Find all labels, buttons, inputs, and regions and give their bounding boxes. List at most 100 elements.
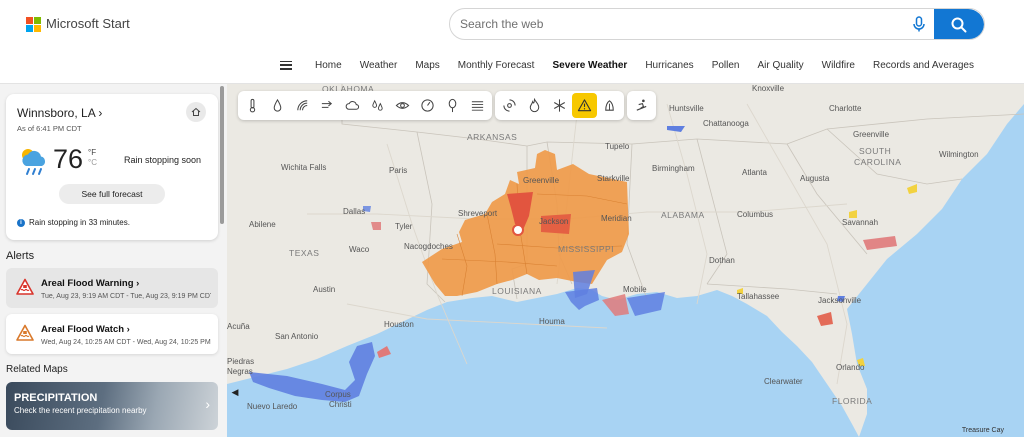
logo-text: Microsoft Start xyxy=(46,16,130,31)
alert-time: Wed, Aug 24, 10:25 AM CDT - Wed, Aug 24,… xyxy=(41,339,211,346)
layer-wind[interactable] xyxy=(315,93,340,118)
microsoft-logo-icon xyxy=(26,16,41,32)
current-weather-card: Winnsboro, LA › As of 6:41 PM CDT 76 °F … xyxy=(6,94,218,240)
cloud-icon xyxy=(345,101,360,110)
nav-records-and-averages[interactable]: Records and Averages xyxy=(864,60,983,71)
flood-warning-icon xyxy=(16,278,34,295)
layer-pollen-tree[interactable] xyxy=(440,93,465,118)
chevron-right-icon: › xyxy=(98,106,103,120)
label-dothan: Dothan xyxy=(709,256,735,265)
label-waco: Waco xyxy=(349,245,370,254)
layer-pollen[interactable] xyxy=(597,93,622,118)
ski-icon xyxy=(636,99,647,111)
label-christi: Christi xyxy=(329,400,352,409)
as-of-time: As of 6:41 PM CDT xyxy=(17,124,82,133)
label-florida: FLORIDA xyxy=(832,396,873,406)
label-columbus: Columbus xyxy=(737,210,774,219)
label-wilmington: Wilmington xyxy=(939,150,979,159)
layer-visibility[interactable] xyxy=(390,93,415,118)
location-marker[interactable] xyxy=(512,224,524,236)
label-acuna: Acuña xyxy=(227,322,250,331)
home-icon xyxy=(191,107,201,116)
label-abilene: Abilene xyxy=(249,220,276,229)
label-alabama: ALABAMA xyxy=(661,210,705,220)
label-austin: Austin xyxy=(313,285,336,294)
alert-areal-flood-warning[interactable]: Areal Flood Warning › Tue, Aug 23, 9:19 … xyxy=(6,268,218,308)
temperature-units[interactable]: °F °C xyxy=(88,148,97,168)
rain-cloud-sun-icon xyxy=(22,149,46,175)
nav-air-quality[interactable]: Air Quality xyxy=(749,60,813,71)
label-savannah: Savannah xyxy=(842,218,879,227)
location-link[interactable]: Winnsboro, LA › xyxy=(17,106,102,120)
nav-monthly-forecast[interactable]: Monthly Forecast xyxy=(449,60,544,71)
microphone-icon[interactable] xyxy=(910,15,928,33)
search-button[interactable] xyxy=(934,9,984,39)
alerts-heading: Alerts xyxy=(6,250,35,262)
map-canvas[interactable] xyxy=(227,84,1024,437)
label-piedras: Piedras xyxy=(227,357,255,366)
layer-severe-alerts[interactable] xyxy=(572,93,597,118)
label-dallas: Dallas xyxy=(343,207,366,216)
wind-icon xyxy=(297,100,308,111)
layer-radar[interactable] xyxy=(290,93,315,118)
wind-gust-icon xyxy=(471,101,484,111)
related-maps-heading: Related Maps xyxy=(6,364,68,375)
unit-celsius[interactable]: °C xyxy=(88,158,97,168)
nav-maps[interactable]: Maps xyxy=(406,60,448,71)
label-nuevo-laredo: Nuevo Laredo xyxy=(247,402,298,411)
layer-pressure[interactable] xyxy=(415,93,440,118)
nav-weather[interactable]: Weather xyxy=(351,60,407,71)
menu-icon[interactable] xyxy=(280,60,292,70)
label-charlotte: Charlotte xyxy=(829,104,862,113)
nav-pollen[interactable]: Pollen xyxy=(703,60,749,71)
left-panel: Winnsboro, LA › As of 6:41 PM CDT 76 °F … xyxy=(0,84,227,437)
label-greenville-ms: Greenville xyxy=(523,176,560,185)
precip-card-subtitle: Check the recent precipitation nearby xyxy=(14,406,147,415)
nav-wildfire[interactable]: Wildfire xyxy=(813,60,864,71)
search-icon xyxy=(951,17,967,33)
label-south: SOUTH xyxy=(859,146,892,156)
layer-wind-gust[interactable] xyxy=(465,93,490,118)
label-texas: TEXAS xyxy=(289,248,320,258)
layer-ski[interactable] xyxy=(629,93,654,118)
main-nav: Home Weather Maps Monthly Forecast Sever… xyxy=(280,56,983,74)
toolbar-group-weather xyxy=(238,91,492,120)
home-location-button[interactable] xyxy=(186,102,206,122)
layer-clouds[interactable] xyxy=(340,93,365,118)
layer-fire[interactable] xyxy=(522,93,547,118)
layer-snow[interactable] xyxy=(547,93,572,118)
label-houston: Houston xyxy=(384,320,414,329)
see-full-forecast-button[interactable]: See full forecast xyxy=(59,184,165,204)
layer-temperature[interactable] xyxy=(240,93,265,118)
nav-home[interactable]: Home xyxy=(306,60,351,71)
label-nacogdoches: Nacogdoches xyxy=(404,242,453,251)
humidity-icon xyxy=(372,99,383,111)
layer-hurricane[interactable] xyxy=(497,93,522,118)
thermometer-icon xyxy=(249,98,256,113)
alert-areal-flood-watch[interactable]: Areal Flood Watch › Wed, Aug 24, 10:25 A… xyxy=(6,314,218,354)
label-negras: Negras xyxy=(227,367,253,376)
unit-fahrenheit[interactable]: °F xyxy=(88,148,97,158)
logo[interactable]: Microsoft Start xyxy=(26,16,130,32)
label-knoxville: Knoxville xyxy=(752,84,785,93)
label-tyler: Tyler xyxy=(395,222,413,231)
label-mobile: Mobile xyxy=(623,285,647,294)
weather-map[interactable]: OKLAHOMA ARKANSAS TEXAS LOUISIANA MISSIS… xyxy=(227,84,1024,437)
fire-icon xyxy=(529,98,540,113)
search-input[interactable] xyxy=(450,9,910,39)
alert-time: Tue, Aug 23, 9:19 AM CDT - Tue, Aug 23, … xyxy=(41,293,211,300)
label-corpus: Corpus xyxy=(325,390,351,399)
collapse-panel-button[interactable]: ◀ xyxy=(229,382,241,402)
layer-humidity[interactable] xyxy=(365,93,390,118)
top-header: Microsoft Start Home Weather Maps Monthl… xyxy=(0,0,1024,84)
flood-watch-icon xyxy=(16,324,34,341)
label-starkville: Starkville xyxy=(597,174,630,183)
label-birmingham: Birmingham xyxy=(652,164,695,173)
precipitation-map-card[interactable]: PRECIPITATION Check the recent precipita… xyxy=(6,382,218,430)
alert-title: Areal Flood Watch › xyxy=(41,324,130,335)
layer-precipitation[interactable] xyxy=(265,93,290,118)
panel-scrollbar[interactable] xyxy=(220,86,224,224)
pressure-icon xyxy=(421,99,434,112)
nav-hurricanes[interactable]: Hurricanes xyxy=(636,60,702,71)
nav-severe-weather[interactable]: Severe Weather xyxy=(543,60,636,71)
